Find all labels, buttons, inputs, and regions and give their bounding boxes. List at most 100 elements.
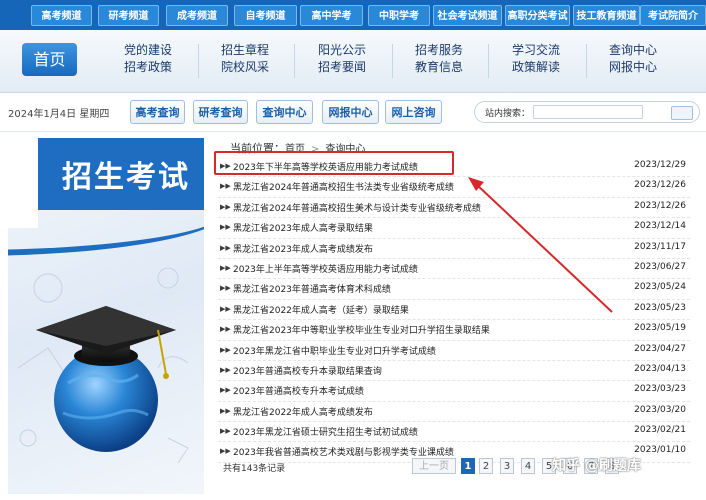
- page-button[interactable]: 4: [521, 458, 535, 474]
- item-date: 2023/12/26: [634, 200, 686, 211]
- item-date: 2023/12/26: [634, 180, 686, 191]
- tab-shehui-kaoshi[interactable]: 社会考试频道: [433, 5, 502, 26]
- page-button[interactable]: 2: [479, 458, 493, 474]
- double-arrow-bullet-icon: ▶▶: [220, 304, 231, 313]
- yankao-query-button[interactable]: 研考查询: [193, 100, 248, 124]
- search-label: 站内搜索：: [485, 109, 531, 119]
- double-arrow-bullet-icon: ▶▶: [220, 325, 231, 334]
- double-arrow-bullet-icon: ▶▶: [220, 263, 231, 272]
- item-date: 2023/03/23: [634, 384, 686, 395]
- home-button[interactable]: 首页: [22, 43, 77, 76]
- main-nav: 首页 党的建设 招考政策 招生章程 院校风采 阳光公示 招考要闻 招考服务 教育…: [0, 30, 706, 93]
- item-title[interactable]: 2023年普通高校专升本考试成绩: [233, 384, 364, 397]
- nav-link-sunshine-public[interactable]: 阳光公示: [297, 42, 387, 59]
- nav-link-charter[interactable]: 招生章程: [200, 42, 290, 59]
- tab-gaozhong-xuekao[interactable]: 高中学考: [300, 5, 363, 26]
- nav-divider: [488, 44, 489, 78]
- current-date: 2024年1月4日 星期四: [8, 109, 110, 120]
- nav-divider: [586, 44, 587, 78]
- list-item[interactable]: ▶▶ 黑龙江省2022年成人高考（延考）录取结果 2023/05/23: [218, 300, 690, 321]
- item-title[interactable]: 黑龙江省2023年成人高考录取结果: [233, 221, 373, 234]
- graduation-globe-illustration: [17, 267, 189, 464]
- top-nav-bar: 高考频道 研考频道 成考频道 自考频道 高中学考 中职学考 社会考试频道 高职分…: [0, 0, 706, 30]
- tab-gaokao[interactable]: 高考频道: [31, 5, 92, 26]
- list-item[interactable]: ▶▶ 黑龙江省2023年成人高考录取结果 2023/12/14: [218, 218, 690, 239]
- list-item[interactable]: ▶▶ 黑龙江省2024年普通高校招生美术与设计类专业省级统考成绩 2023/12/2…: [218, 198, 690, 219]
- item-title[interactable]: 黑龙江省2023年成人高考成绩发布: [233, 242, 373, 255]
- nav-link-policy-interpretation[interactable]: 政策解读: [491, 59, 581, 76]
- nav-cell-charter: 招生章程 院校风采: [200, 42, 290, 76]
- list-item[interactable]: ▶▶ 黑龙江省2023年中等职业学校毕业生专业对口升学招生录取结果 2023/05/…: [218, 320, 690, 341]
- nav-cell-learning: 学习交流 政策解读: [491, 42, 581, 76]
- online-consult-button[interactable]: 网上咨询: [385, 100, 442, 124]
- item-date: 2023/06/27: [634, 261, 686, 272]
- page-button-current[interactable]: 1: [461, 458, 475, 474]
- list-item[interactable]: ▶▶ 黑龙江省2024年普通高校招生书法类专业省级统考成绩 2023/12/26: [218, 177, 690, 198]
- item-date: 2023/01/10: [634, 445, 686, 456]
- item-date: 2023/11/17: [634, 241, 686, 252]
- search-input[interactable]: [533, 105, 643, 119]
- item-date: 2023/04/13: [634, 363, 686, 374]
- query-center-button[interactable]: 查询中心: [256, 100, 313, 124]
- double-arrow-bullet-icon: ▶▶: [220, 202, 231, 211]
- item-date: 2023/04/27: [634, 343, 686, 354]
- gaokao-query-button[interactable]: 高考查询: [130, 100, 185, 124]
- item-title[interactable]: 黑龙江省2022年成人高考成绩发布: [233, 405, 373, 418]
- double-arrow-bullet-icon: ▶▶: [220, 427, 231, 436]
- nav-link-query-center[interactable]: 查询中心: [588, 42, 678, 59]
- list-item[interactable]: ▶▶ 黑龙江省2022年成人高考成绩发布 2023/03/20: [218, 402, 690, 423]
- tab-zhongzhi-xuekao[interactable]: 中职学考: [368, 5, 430, 26]
- item-title[interactable]: 黑龙江省2023年普通高考体育术科成绩: [233, 282, 391, 295]
- tab-zikao[interactable]: 自考频道: [234, 5, 297, 26]
- tab-yankao[interactable]: 研考频道: [98, 5, 159, 26]
- tab-gaozhi-fenlei[interactable]: 高职分类考试: [505, 5, 570, 26]
- nav-cell-party: 党的建设 招考政策: [103, 42, 193, 76]
- search-submit-button[interactable]: [671, 106, 693, 120]
- watermark-text: 知乎 @刷题库: [552, 458, 641, 474]
- item-title[interactable]: 黑龙江省2024年普通高校招生书法类专业省级统考成绩: [233, 180, 454, 193]
- list-item[interactable]: ▶▶ 2023年普通高校专升本录取结果查询 2023/04/13: [218, 361, 690, 382]
- nav-divider: [392, 44, 393, 78]
- nav-link-learning-exchange[interactable]: 学习交流: [491, 42, 581, 59]
- item-title[interactable]: 黑龙江省2023年中等职业学校毕业生专业对口升学招生录取结果: [233, 323, 490, 336]
- item-title[interactable]: 2023年普通高校专升本录取结果查询: [233, 364, 382, 377]
- list-item[interactable]: ▶▶ 黑龙江省2023年普通高考体育术科成绩 2023/05/24: [218, 279, 690, 300]
- page-button[interactable]: 3: [500, 458, 514, 474]
- double-arrow-bullet-icon: ▶▶: [220, 223, 231, 232]
- item-title[interactable]: 2023年上半年高等学校英语应用能力考试成绩: [233, 262, 418, 275]
- tab-kaoshiyuan-jianjie[interactable]: 考试院简介: [640, 5, 706, 26]
- result-list: ▶▶ 2023年下半年高等学校英语应用能力考试成绩 2023/12/29 ▶▶ 黑龙江…: [218, 157, 690, 463]
- list-item[interactable]: ▶▶ 2023年普通高校专升本考试成绩 2023/03/23: [218, 381, 690, 402]
- double-arrow-bullet-icon: ▶▶: [220, 447, 231, 456]
- nav-link-exam-news[interactable]: 招考要闻: [297, 59, 387, 76]
- nav-link-education-info[interactable]: 教育信息: [394, 59, 484, 76]
- nav-link-online-registration[interactable]: 网报中心: [588, 59, 678, 76]
- item-title[interactable]: 黑龙江省2022年成人高考（延考）录取结果: [233, 303, 409, 316]
- item-date: 2023/05/23: [634, 302, 686, 313]
- item-title[interactable]: 2023年黑龙江省硕士研究生招生考试初试成绩: [233, 425, 418, 438]
- nav-link-exam-service[interactable]: 招考服务: [394, 42, 484, 59]
- side-banner: 招生考试: [8, 138, 204, 494]
- item-title[interactable]: 黑龙江省2024年普通高校招生美术与设计类专业省级统考成绩: [233, 201, 481, 214]
- list-item[interactable]: ▶▶ 黑龙江省2023年成人高考成绩发布 2023/11/17: [218, 239, 690, 259]
- double-arrow-bullet-icon: ▶▶: [220, 345, 231, 354]
- list-item[interactable]: ▶▶ 2023年黑龙江省中职毕业生专业对口升学考试成绩 2023/04/27: [218, 341, 690, 361]
- prev-page-button[interactable]: 上一页: [412, 458, 456, 474]
- double-arrow-bullet-icon: ▶▶: [220, 182, 231, 191]
- item-date: 2023/12/29: [634, 160, 686, 170]
- item-date: 2023/12/14: [634, 221, 686, 232]
- nav-link-admission-policy[interactable]: 招考政策: [103, 59, 193, 76]
- item-title[interactable]: 2023年黑龙江省中职毕业生专业对口升学考试成绩: [233, 344, 436, 357]
- record-count: 共有143条记录: [223, 464, 286, 474]
- site-search: 站内搜索：: [474, 101, 700, 123]
- item-date: 2023/03/20: [634, 404, 686, 415]
- nav-link-college-style[interactable]: 院校风采: [200, 59, 290, 76]
- tab-jigong-jiaoyu[interactable]: 技工教育频道: [573, 5, 640, 26]
- item-date: 2023/05/24: [634, 282, 686, 293]
- tab-chengkao[interactable]: 成考频道: [166, 5, 228, 26]
- list-item[interactable]: ▶▶ 2023年黑龙江省硕士研究生招生考试初试成绩 2023/02/21: [218, 422, 690, 443]
- toolbar: 2024年1月4日 星期四 高考查询 研考查询 查询中心 网报中心 网上咨询 站…: [0, 93, 706, 132]
- nav-link-party-building[interactable]: 党的建设: [103, 42, 193, 59]
- online-registration-button[interactable]: 网报中心: [322, 100, 379, 124]
- list-item[interactable]: ▶▶ 2023年上半年高等学校英语应用能力考试成绩 2023/06/27: [218, 259, 690, 280]
